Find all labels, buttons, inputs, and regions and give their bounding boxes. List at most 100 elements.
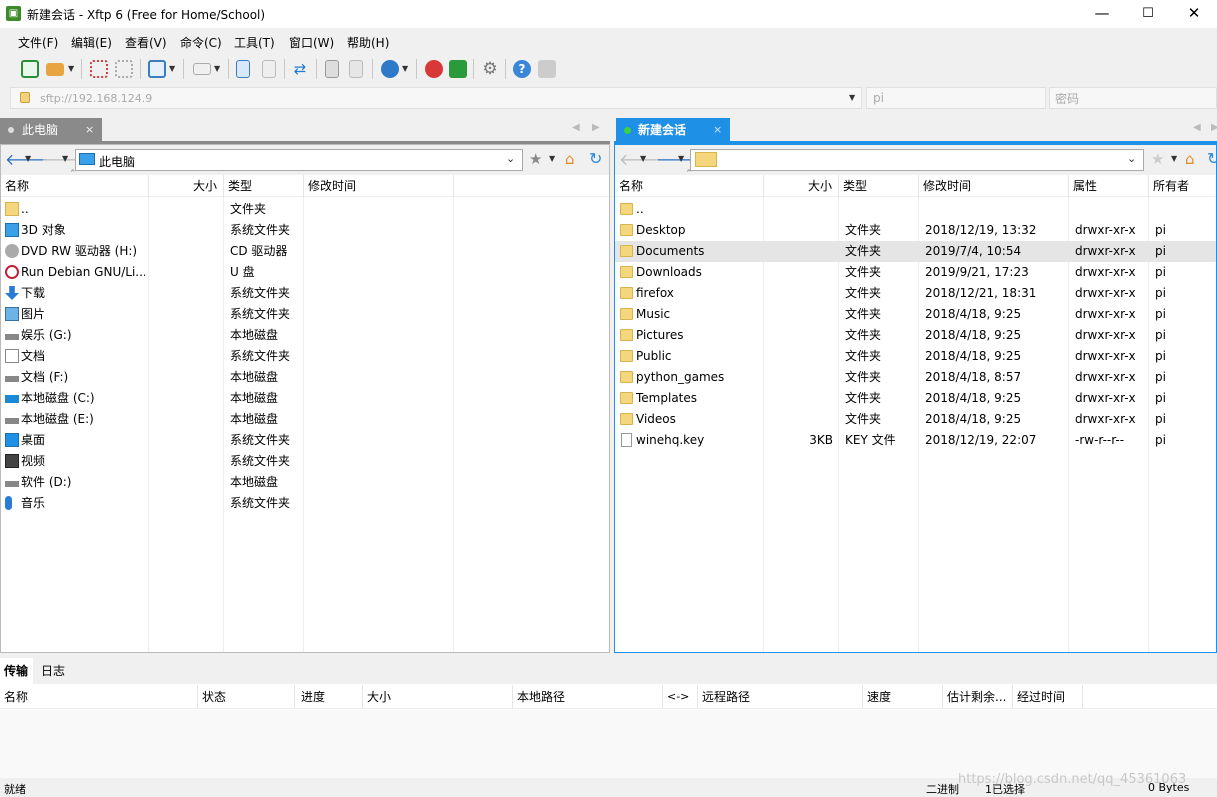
table-row[interactable]: .. <box>615 199 1216 220</box>
table-row[interactable]: Downloads 文件夹 2019/9/21, 17:23 drwxr-xr-x pi <box>615 262 1216 283</box>
chevron-down-icon[interactable]: ⌄ <box>1127 152 1136 165</box>
chevron-down-icon[interactable]: ▼ <box>402 64 408 73</box>
col-mtime[interactable]: 修改时间 <box>919 175 1069 197</box>
star-icon[interactable]: ★ <box>529 150 542 168</box>
table-row[interactable]: python_games 文件夹 2018/4/18, 8:57 drwxr-xr-x… <box>615 367 1216 388</box>
copy-icon[interactable] <box>325 60 339 78</box>
maximize-button[interactable]: ☐ <box>1125 0 1171 28</box>
help-icon[interactable]: ? <box>513 60 531 78</box>
col-permissions[interactable]: 属性 <box>1069 175 1149 197</box>
col-size[interactable]: 大小 <box>764 175 839 197</box>
menu-view[interactable]: 查看(V) <box>125 34 167 51</box>
refresh-icon[interactable]: ↻ <box>589 149 602 168</box>
chevron-down-icon[interactable]: ▼ <box>549 154 555 163</box>
list-item[interactable]: 文档 系统文件夹 <box>1 346 609 367</box>
list-item[interactable]: 本地磁盘 (C:) 本地磁盘 <box>1 388 609 409</box>
list-item[interactable]: 视频 系统文件夹 <box>1 451 609 472</box>
tab-scroll-left-icon[interactable]: ◀ <box>1193 122 1201 133</box>
tab-close-icon[interactable]: × <box>713 118 722 142</box>
list-item[interactable]: 文档 (F:) 本地磁盘 <box>1 367 609 388</box>
tab-log[interactable]: 日志 <box>41 658 65 684</box>
list-item[interactable]: Run Debian GNU/Li... U 盘 <box>1 262 609 283</box>
tab-scroll-left-icon[interactable]: ◀ <box>572 122 580 133</box>
chevron-down-icon[interactable]: ▼ <box>849 93 855 102</box>
list-item[interactable]: 音乐 系统文件夹 <box>1 493 609 514</box>
download-file-icon[interactable] <box>262 60 276 78</box>
local-path-field[interactable]: 此电脑 ⌄ <box>75 149 523 171</box>
minimize-button[interactable]: — <box>1079 0 1125 28</box>
globe-icon[interactable] <box>381 60 399 78</box>
terminal-icon[interactable] <box>193 63 211 75</box>
col-speed[interactable]: 速度 <box>863 685 943 709</box>
table-row[interactable]: firefox 文件夹 2018/12/21, 18:31 drwxr-xr-x pi <box>615 283 1216 304</box>
tab-scroll-right-icon[interactable]: ▶ <box>1211 122 1217 133</box>
paste-icon[interactable] <box>349 60 363 78</box>
new-session-icon[interactable] <box>21 60 39 78</box>
chevron-down-icon[interactable]: ▼ <box>169 64 175 73</box>
col-progress[interactable]: 进度 <box>295 685 363 709</box>
xshell-icon[interactable] <box>425 60 443 78</box>
tab-close-icon[interactable]: × <box>85 118 94 142</box>
col-size[interactable]: 大小 <box>149 175 224 197</box>
comment-icon[interactable] <box>538 60 556 78</box>
connect-icon[interactable] <box>90 60 108 78</box>
close-button[interactable]: ✕ <box>1171 0 1217 28</box>
table-row[interactable]: Public 文件夹 2018/4/18, 9:25 drwxr-xr-x pi <box>615 346 1216 367</box>
list-item[interactable]: DVD RW 驱动器 (H:) CD 驱动器 <box>1 241 609 262</box>
gear-icon[interactable]: ⚙ <box>481 60 499 78</box>
table-row[interactable]: winehq.key 3KB KEY 文件 2018/12/19, 22:07 -rw-… <box>615 430 1216 451</box>
col-mtime[interactable]: 修改时间 <box>304 175 454 197</box>
table-row[interactable]: Documents 文件夹 2019/7/4, 10:54 drwxr-xr-x pi <box>615 241 1216 262</box>
star-icon[interactable]: ★ <box>1151 150 1164 168</box>
list-item[interactable]: 本地磁盘 (E:) 本地磁盘 <box>1 409 609 430</box>
col-name[interactable]: 名称 <box>0 685 198 709</box>
list-item[interactable]: 图片 系统文件夹 <box>1 304 609 325</box>
col-size[interactable]: 大小 <box>363 685 513 709</box>
username-field[interactable] <box>866 87 1046 109</box>
list-item[interactable]: .. 文件夹 <box>1 199 609 220</box>
col-remote-path[interactable]: 远程路径 <box>698 685 863 709</box>
home-icon[interactable]: ⌂ <box>565 150 575 168</box>
chevron-down-icon[interactable]: ▼ <box>62 154 68 163</box>
col-owner[interactable]: 所有者 <box>1149 175 1216 197</box>
remote-path-field[interactable]: ⌄ <box>690 149 1144 171</box>
col-local-path[interactable]: 本地路径 <box>513 685 663 709</box>
sync-icon[interactable]: ⇄ <box>291 60 309 78</box>
chevron-down-icon[interactable]: ▼ <box>25 154 31 163</box>
table-row[interactable]: Templates 文件夹 2018/4/18, 9:25 drwxr-xr-x pi <box>615 388 1216 409</box>
col-eta[interactable]: 估计剩余... <box>943 685 1013 709</box>
menu-window[interactable]: 窗口(W) <box>289 34 334 51</box>
chevron-down-icon[interactable]: ▼ <box>68 64 74 73</box>
table-row[interactable]: Videos 文件夹 2018/4/18, 9:25 drwxr-xr-x pi <box>615 409 1216 430</box>
tab-session[interactable]: 新建会话 × <box>616 118 730 142</box>
col-type[interactable]: 类型 <box>224 175 304 197</box>
chevron-down-icon[interactable]: ▼ <box>678 154 684 163</box>
table-row[interactable]: Desktop 文件夹 2018/12/19, 13:32 drwxr-xr-x pi <box>615 220 1216 241</box>
tab-transfer[interactable]: 传输 <box>0 658 33 684</box>
xftp-green-icon[interactable] <box>449 60 467 78</box>
chevron-down-icon[interactable]: ▼ <box>640 154 646 163</box>
new-tab-icon[interactable] <box>148 60 166 78</box>
open-folder-icon[interactable] <box>46 63 64 76</box>
col-direction[interactable]: <-> <box>663 685 698 709</box>
chevron-down-icon[interactable]: ▼ <box>1171 154 1177 163</box>
home-icon[interactable]: ⌂ <box>1185 150 1195 168</box>
table-row[interactable]: Pictures 文件夹 2018/4/18, 9:25 drwxr-xr-x pi <box>615 325 1216 346</box>
menu-tools[interactable]: 工具(T) <box>234 34 275 51</box>
menu-edit[interactable]: 编辑(E) <box>71 34 112 51</box>
chevron-down-icon[interactable]: ▼ <box>214 64 220 73</box>
list-item[interactable]: 3D 对象 系统文件夹 <box>1 220 609 241</box>
list-item[interactable]: 下载 系统文件夹 <box>1 283 609 304</box>
tab-local[interactable]: 此电脑 × <box>0 118 102 142</box>
col-type[interactable]: 类型 <box>839 175 919 197</box>
table-row[interactable]: Music 文件夹 2018/4/18, 9:25 drwxr-xr-x pi <box>615 304 1216 325</box>
list-item[interactable]: 桌面 系统文件夹 <box>1 430 609 451</box>
refresh-icon[interactable]: ↻ <box>1207 149 1217 168</box>
chevron-down-icon[interactable]: ⌄ <box>506 152 515 165</box>
col-status[interactable]: 状态 <box>198 685 295 709</box>
menu-help[interactable]: 帮助(H) <box>347 34 389 51</box>
disconnect-icon[interactable] <box>115 60 133 78</box>
menu-command[interactable]: 命令(C) <box>180 34 222 51</box>
tab-scroll-right-icon[interactable]: ▶ <box>592 122 600 133</box>
col-elapsed[interactable]: 经过时间 <box>1013 685 1083 709</box>
